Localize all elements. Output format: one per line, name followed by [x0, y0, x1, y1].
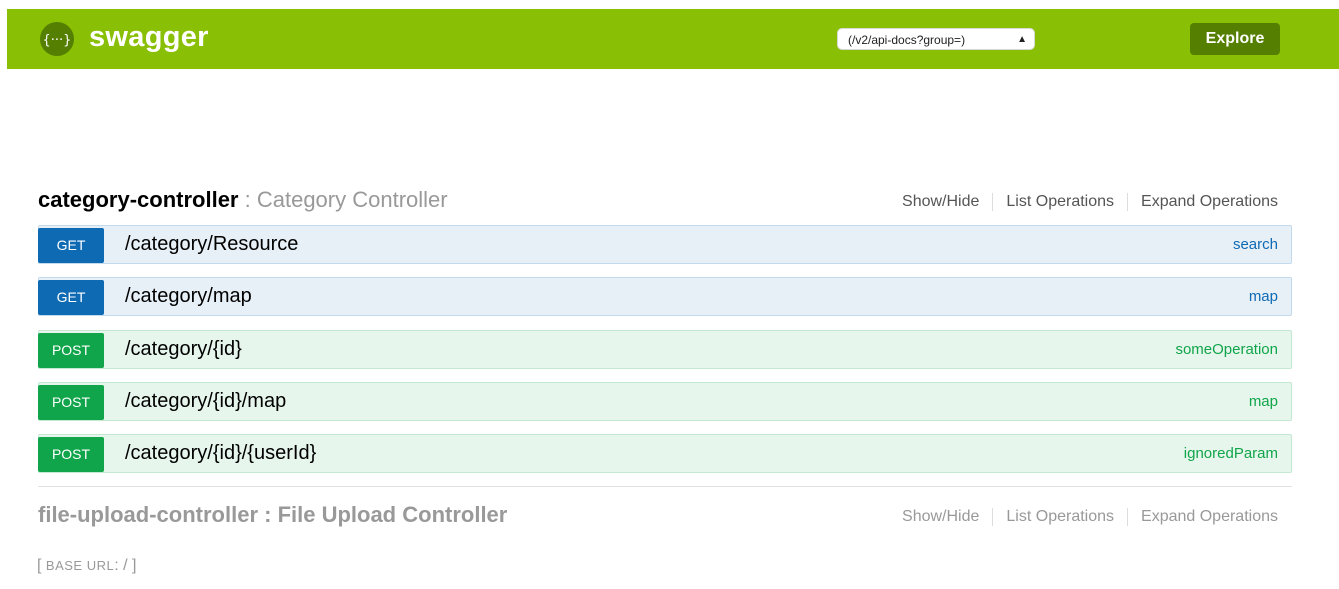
operation-row[interactable]: POST /category/{id} someOperation: [38, 330, 1292, 369]
operation-row[interactable]: POST /category/{id}/map map: [38, 382, 1292, 421]
operation-row[interactable]: POST /category/{id}/{userId} ignoredPara…: [38, 434, 1292, 473]
operation-summary[interactable]: search: [1233, 226, 1278, 263]
base-url-colon: :: [114, 557, 119, 574]
link-divider: [992, 508, 994, 526]
operation-summary[interactable]: map: [1249, 383, 1278, 420]
operation-path[interactable]: /category/{id}/map: [125, 383, 286, 420]
svg-text:{···}: {···}: [43, 33, 72, 48]
show-hide-link[interactable]: Show/Hide: [902, 508, 979, 526]
operation-row[interactable]: GET /category/map map: [38, 277, 1292, 316]
expand-operations-link[interactable]: Expand Operations: [1141, 508, 1278, 526]
base-url-value: /: [123, 557, 128, 574]
method-badge[interactable]: POST: [38, 385, 104, 420]
expand-operations-link[interactable]: Expand Operations: [1141, 193, 1278, 211]
operation-summary[interactable]: map: [1249, 278, 1278, 315]
swagger-logo-icon[interactable]: {···}: [39, 21, 75, 57]
resource-name[interactable]: file-upload-controller: [38, 502, 258, 527]
resource-heading: category-controller : Category Controlle…: [38, 183, 1292, 219]
method-badge[interactable]: GET: [38, 228, 104, 263]
resource-separator: :: [258, 502, 278, 527]
api-spec-select-value: (/v2/api-docs?group=): [848, 33, 966, 47]
operation-path[interactable]: /category/map: [125, 278, 252, 315]
base-url-info: [ BASE URL: / ]: [37, 557, 136, 575]
resource-title[interactable]: file-upload-controller : File Upload Con…: [38, 502, 507, 528]
resource-heading: file-upload-controller : File Upload Con…: [38, 498, 1292, 534]
base-url-open-bracket: [: [37, 557, 42, 574]
resource-separator: :: [238, 187, 257, 212]
base-url-label: BASE URL: [45, 558, 115, 573]
method-badge[interactable]: POST: [38, 333, 104, 368]
method-badge[interactable]: POST: [38, 437, 104, 472]
resource-divider: [38, 486, 1292, 487]
operation-summary[interactable]: ignoredParam: [1184, 435, 1278, 472]
explore-button[interactable]: Explore: [1190, 23, 1280, 55]
operation-path[interactable]: /category/Resource: [125, 226, 298, 263]
show-hide-link[interactable]: Show/Hide: [902, 193, 979, 211]
resource-links: Show/Hide List Operations Expand Operati…: [902, 508, 1278, 526]
method-badge[interactable]: GET: [38, 280, 104, 315]
link-divider: [992, 193, 994, 211]
operation-path[interactable]: /category/{id}/{userId}: [125, 435, 316, 472]
brand-name[interactable]: swagger: [89, 21, 209, 54]
resource-description: Category Controller: [256, 187, 448, 212]
operation-path[interactable]: /category/{id}: [125, 331, 242, 368]
operation-summary[interactable]: someOperation: [1175, 331, 1278, 368]
resource-file-upload-controller: file-upload-controller : File Upload Con…: [38, 498, 1292, 534]
resource-description: File Upload Controller: [277, 502, 508, 527]
resource-links: Show/Hide List Operations Expand Operati…: [902, 193, 1278, 211]
resource-title[interactable]: category-controller : Category Controlle…: [38, 187, 448, 213]
resource-name[interactable]: category-controller: [38, 187, 239, 212]
list-operations-link[interactable]: List Operations: [1006, 508, 1114, 526]
top-bar: {···} swagger (/v2/api-docs?group=) ▲ Ex…: [7, 9, 1339, 69]
link-divider: [1127, 193, 1129, 211]
link-divider: [1127, 508, 1129, 526]
select-arrows-icon: ▲: [1017, 34, 1027, 45]
list-operations-link[interactable]: List Operations: [1006, 193, 1114, 211]
operation-row[interactable]: GET /category/Resource search: [38, 225, 1292, 264]
api-spec-select[interactable]: (/v2/api-docs?group=) ▲: [837, 28, 1035, 50]
base-url-close-bracket: ]: [132, 557, 137, 574]
resource-category-controller: category-controller : Category Controlle…: [38, 183, 1292, 219]
